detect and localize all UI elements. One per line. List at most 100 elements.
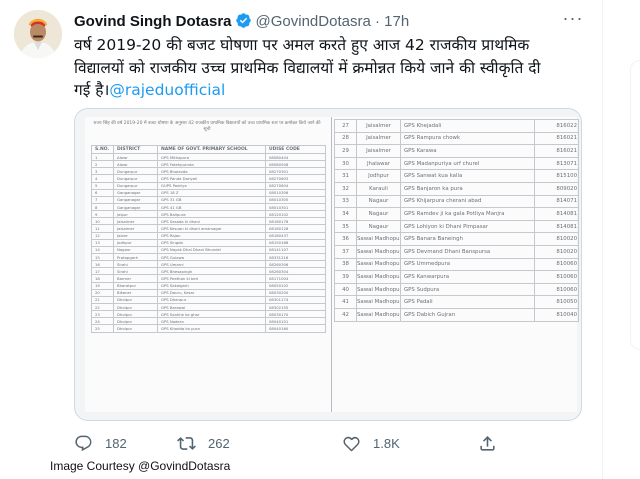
table-cell: 08040160 — [265, 324, 326, 333]
table-cell: 816022 — [534, 119, 579, 133]
table-cell: 20 — [91, 288, 114, 297]
table-cell: GPS Balipura — [157, 210, 266, 219]
table-cell: 810060 — [534, 270, 579, 284]
tweet-card[interactable]: Govind Singh Dotasra @GovindDotasra · 17h… — [0, 0, 600, 479]
tweet-media-image[interactable]: राज्य सिंह की वर्ष 2019-20 में बजट घोषणा… — [74, 108, 582, 421]
tweet-header: Govind Singh Dotasra @GovindDotasra · 17h — [74, 12, 409, 35]
retweet-icon — [177, 434, 196, 453]
table-row: 40 Sawai Madhopur GPS Sudpura 810060 — [334, 282, 579, 297]
table-cell: 814081 — [534, 219, 579, 234]
table-cell: 19 — [91, 281, 114, 290]
table-row: 31 Jodhpur GPS Sanwat kua kalla 815100 — [334, 169, 579, 183]
table-cell: 814071 — [534, 194, 579, 209]
table-cell: 9 — [91, 210, 114, 219]
table-cell: GPS Barawal — [157, 302, 266, 312]
table-cell: Jaipur — [113, 210, 158, 219]
document-page-right: 27 Jaisalmer GPS Khejadali 816022 28 Jaisalme… — [331, 117, 579, 412]
table-cell: 35 — [334, 219, 357, 234]
table-row: 24 Dholpur GPS Nadera 08040101 — [91, 317, 326, 326]
table-cell: 08301174 — [265, 295, 326, 304]
retweet-button[interactable]: 262 — [177, 432, 230, 454]
table-row: 10 Jaisalmer GPS Sasada ki dhani 08160176 — [91, 217, 326, 226]
tweet-text-line: गई है।@rajeduofficial — [74, 79, 589, 102]
more-options-icon[interactable]: ··· — [560, 8, 586, 34]
table-cell: 810020 — [534, 232, 579, 246]
table-cell: 08150166 — [265, 238, 326, 247]
table-row: 21 Dholpur GPS Dhanpur 08301174 — [91, 295, 326, 304]
table-cell: 08010305 — [265, 195, 326, 204]
table-cell: 14 — [91, 245, 114, 254]
table-cell: 11 — [91, 224, 114, 233]
table-cell: 24 — [91, 317, 114, 326]
table-cell: 5 — [91, 181, 114, 190]
table-cell: GPS 18 Z — [157, 188, 266, 197]
table-row: 20 Bikaner GPS Dauru, Kesar 08030200 — [91, 288, 326, 297]
table-cell: Dungarpur — [113, 181, 158, 190]
table-cell: Bikaner — [113, 288, 158, 297]
table-row: 34 Nagaur GPS Ramdev ji ka gala Potliya Ma… — [334, 207, 579, 221]
timestamp[interactable]: 17h — [384, 13, 409, 30]
table-cell: 30 — [334, 156, 357, 171]
table-cell: Sawai Madhopur — [356, 307, 401, 322]
table-cell: 15 — [91, 252, 114, 262]
table-row: 33 Nagaur GPS Khijarpura cherani abad 81407… — [334, 194, 579, 209]
table-row: 2 Alwar GPS Fatehpurnda 08080508 — [91, 160, 326, 169]
table-cell: 810060 — [534, 257, 579, 272]
table-row: 39 Sawai Madhopur GPS Kanwarpura 810060 — [334, 270, 579, 284]
like-button[interactable]: 1.8K — [342, 432, 400, 454]
table-row: 32 Karauli GPS Banjaron ka pura 809020 — [334, 181, 579, 196]
table-row: 1 Alwar GPS Mithapura 08080404 — [91, 152, 326, 162]
author-handle[interactable]: @GovindDotasra — [256, 13, 371, 30]
table-cell: Alwar — [113, 160, 158, 169]
table-cell: Jaisalmer — [356, 144, 401, 158]
tweet-text-end: गई है। — [74, 81, 110, 99]
table-cell: GPS Dauru, Kesar — [157, 288, 266, 297]
mention-link[interactable]: @rajeduofficial — [109, 81, 225, 99]
table-row: 16 Sirohi GPS Umarni 08260306 — [91, 260, 326, 269]
table-cell: GPS Singda — [157, 238, 266, 247]
table-cell: 29 — [334, 144, 357, 158]
table-header-cell: NAME OF GOVT. PRIMARY SCHOOL — [157, 145, 266, 154]
table-cell: 31 — [334, 169, 357, 183]
table-row: 13 Jodhpur GPS Singda 08150166 — [91, 238, 326, 247]
right-sidebar-edge — [602, 0, 640, 479]
table-cell: 08270301 — [265, 167, 326, 176]
table-cell: 08141107 — [265, 245, 326, 254]
table-cell: 08270604 — [265, 181, 326, 190]
table-cell: GPS Khejadali — [400, 119, 535, 133]
reply-button[interactable]: 182 — [74, 432, 127, 454]
table-row: 12 Jalore GPS Rajan 08180437 — [91, 231, 326, 240]
table-cell: 08050102 — [265, 281, 326, 290]
table-cell: Jodhpur — [113, 238, 158, 247]
author-name[interactable]: Govind Singh Dotasra — [74, 13, 232, 30]
table-cell: 2 — [91, 160, 114, 169]
table-cell: GPS Bhesapingh — [157, 267, 266, 276]
table-cell: 810060 — [534, 282, 579, 297]
table-cell: Jalore — [113, 231, 158, 240]
table-row: 27 Jaisalmer GPS Khejadali 816022 — [334, 119, 579, 133]
table-row: 36 Sawai Madhopur GPS Banara Baneingh 81002… — [334, 232, 579, 246]
table-cell: GPS Sankhe ka ghar — [157, 310, 266, 319]
separator-dot: · — [374, 13, 380, 30]
share-button[interactable] — [478, 432, 497, 454]
table-cell: Barmer — [113, 274, 158, 283]
table-cell: 08030200 — [265, 288, 326, 297]
table-row: 37 Sawai Madhopur GPS Devmand Dhani Banspu… — [334, 244, 579, 259]
table-cell: Dholpur — [113, 310, 158, 319]
table-row: 14 Nagaur GPS Nayak Dhal Dhani Bhundel 0814… — [91, 245, 326, 254]
avatar[interactable] — [14, 10, 62, 58]
retweet-count: 262 — [208, 435, 230, 451]
table-cell: 41 — [334, 295, 357, 309]
school-list-table-right: 27 Jaisalmer GPS Khejadali 816022 28 Jaisalme… — [334, 119, 579, 322]
school-list-table-left: S.NO. DISTRICT NAME OF GOVT. PRIMARY SCHOO… — [91, 145, 326, 333]
table-row: 30 Jhalawar GPS Madanpuriya urf churel 8130… — [334, 156, 579, 171]
table-cell: GPS Banjaron ka pura — [400, 181, 535, 196]
table-cell: 13 — [91, 238, 114, 247]
heart-icon — [342, 434, 361, 453]
table-cell: 810050 — [534, 295, 579, 309]
table-row: 6 Ganganagar GPS 18 Z 08010306 — [91, 188, 326, 197]
table-cell: 42 — [334, 307, 357, 322]
table-header-cell: S.NO. — [91, 145, 114, 154]
table-cell: 08260306 — [265, 260, 326, 269]
table-cell: GPS Fatehpurnda — [157, 160, 266, 169]
